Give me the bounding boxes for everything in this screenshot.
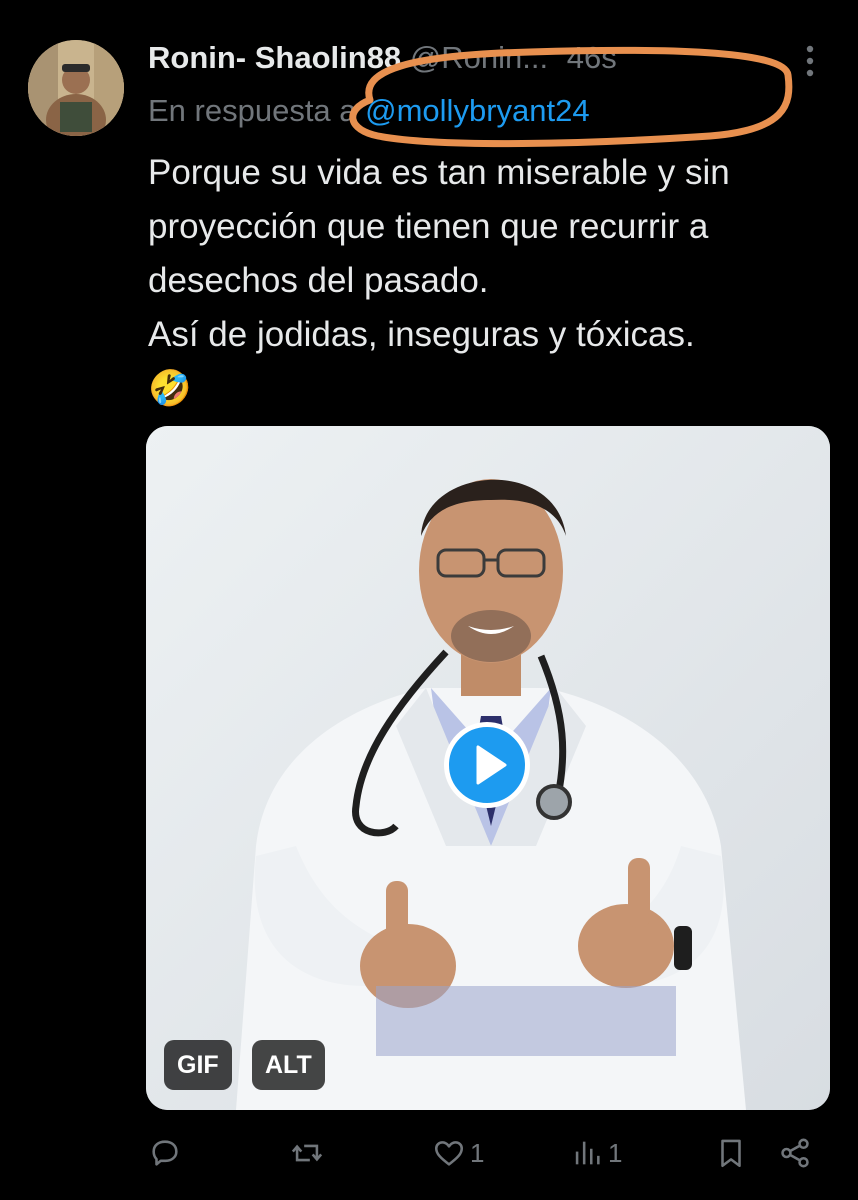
retweet-icon [291,1144,323,1162]
timestamp[interactable]: 46s [567,40,617,75]
gif-media[interactable]: GIF ALT [146,426,830,1110]
tweet-text-line: Así de jodidas, inseguras y tóxicas. [148,315,695,354]
reply-context: En respuesta a @mollybryant24 [148,88,590,134]
avatar-image [28,40,124,136]
views-button[interactable]: 1 [570,1128,622,1178]
tweet-text-line: proyección que tienen que recurrir a [148,207,709,246]
alt-text-badge[interactable]: ALT [252,1040,325,1090]
play-icon [476,745,507,785]
like-icon [434,1141,464,1166]
emoji-rofl: 🤣 [148,369,192,408]
bookmark-icon [721,1139,741,1168]
share-button[interactable] [778,1128,812,1178]
action-bar: 1 1 [148,1128,828,1178]
play-button[interactable] [444,722,530,808]
tweet-header: Ronin- Shaolin88 @Ronin... 46s [148,34,788,82]
views-icon [575,1141,600,1165]
retweet-button[interactable] [290,1128,328,1178]
tweet-text: Porque su vida es tan miserable y sin pr… [148,146,838,416]
like-button[interactable]: 1 [432,1128,484,1178]
display-name[interactable]: Ronin- Shaolin88 [148,40,401,75]
avatar[interactable] [28,40,124,136]
tweet-text-line: desechos del pasado. [148,261,489,300]
reply-icon [152,1140,178,1166]
tweet-card[interactable]: Ronin- Shaolin88 @Ronin... 46s En respue… [0,0,858,1200]
more-vertical-icon[interactable] [800,44,820,78]
bookmark-button[interactable] [714,1128,748,1178]
user-handle[interactable]: @Ronin... [410,40,548,75]
reply-prefix: En respuesta a [148,93,366,128]
reply-button[interactable] [148,1128,186,1178]
tweet-text-line: Porque su vida es tan miserable y sin [148,153,730,192]
share-icon [781,1138,809,1168]
like-count: 1 [470,1137,485,1168]
reply-mention-link[interactable]: @mollybryant24 [365,93,589,128]
gif-badge: GIF [164,1040,232,1090]
views-count: 1 [608,1137,623,1168]
